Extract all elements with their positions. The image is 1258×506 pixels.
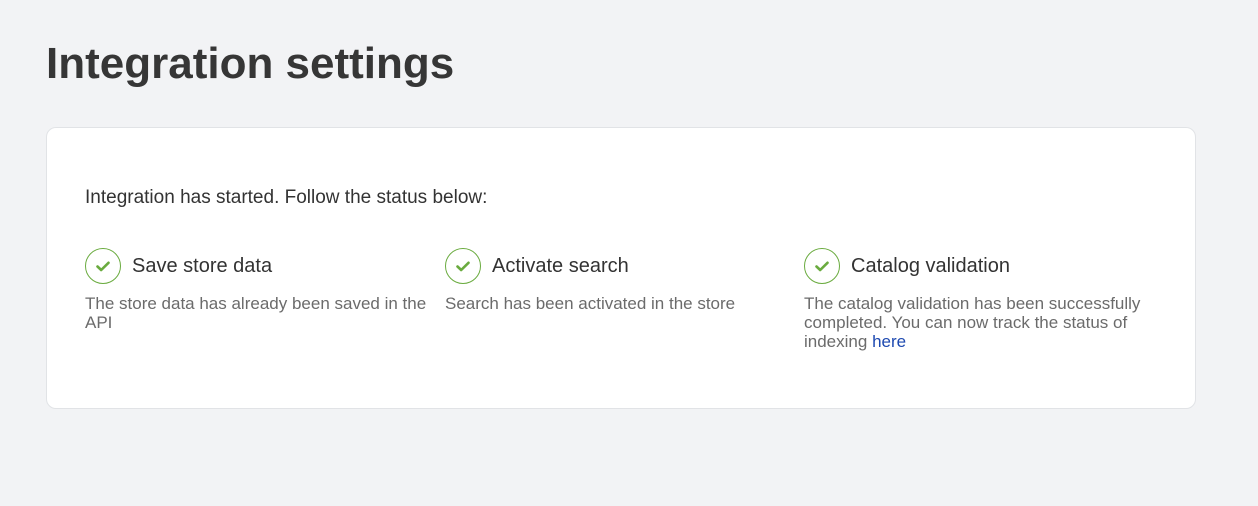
indexing-status-link[interactable]: here — [872, 332, 906, 351]
integration-status-card: Integration has started. Follow the stat… — [46, 127, 1196, 409]
step-description: The catalog validation has been successf… — [804, 294, 1149, 351]
check-icon — [85, 248, 121, 284]
status-intro: Integration has started. Follow the stat… — [85, 187, 488, 208]
step-activate-search: Activate search Search has been activate… — [445, 247, 790, 313]
step-title: Activate search — [492, 255, 629, 277]
page-title: Integration settings — [46, 39, 455, 88]
step-description: The store data has already been saved in… — [85, 294, 427, 332]
step-description: Search has been activated in the store — [445, 294, 736, 313]
step-catalog-validation: Catalog validation The catalog validatio… — [804, 247, 1149, 351]
step-title: Catalog validation — [851, 255, 1010, 277]
step-title: Save store data — [132, 255, 273, 277]
check-icon — [804, 248, 840, 284]
step-description-text: The catalog validation has been successf… — [804, 294, 1141, 351]
step-save-store-data: Save store data The store data has alrea… — [85, 247, 430, 332]
check-icon — [445, 248, 481, 284]
